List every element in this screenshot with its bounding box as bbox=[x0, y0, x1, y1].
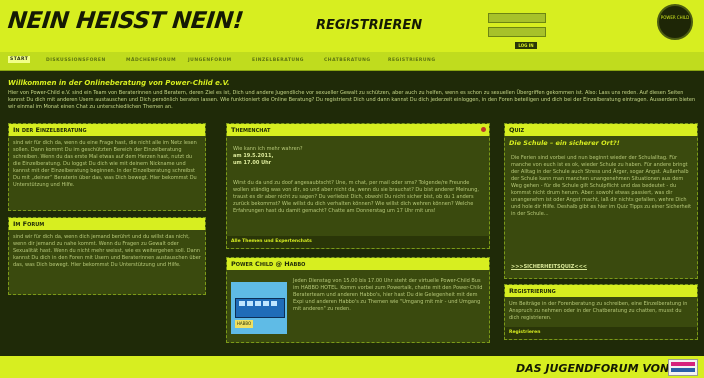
einzelberatung-title[interactable]: In der Einzelberatung bbox=[9, 124, 205, 136]
main-nav: START DISKUSSIONSFOREN MÄDCHENFORUM JUNG… bbox=[0, 52, 704, 71]
bus-window bbox=[271, 301, 277, 306]
registrierung-title[interactable]: Registrierung bbox=[505, 285, 697, 297]
registrierung-link[interactable]: Registrieren bbox=[505, 327, 697, 339]
footer-text: DAS JUGENDFORUM VON bbox=[516, 362, 670, 375]
themenchat-text: Wirst du da und zu doof angesaubtscht? U… bbox=[233, 180, 479, 214]
forum-text: sind wir für dich da, wenn dich jemand b… bbox=[13, 234, 201, 268]
registrierung-text: Um Beiträge in der Forenberatung zu schr… bbox=[509, 301, 688, 321]
welcome-title: Willkommen in der Onlineberatung von Pow… bbox=[8, 79, 230, 87]
nav-start[interactable]: START bbox=[8, 56, 31, 63]
einzelberatung-text: sind wir für dich da, wenn du eine Frage… bbox=[13, 140, 197, 188]
forum-title[interactable]: Im Forum bbox=[9, 218, 205, 230]
site-logo[interactable]: NEIN HEISST NEIN! bbox=[7, 8, 245, 34]
forum-box: Im Forum sind wir für dich da, wenn dich… bbox=[8, 217, 206, 295]
quiz-link[interactable]: >>>SICHERHEITSQUIZ<<< bbox=[511, 264, 693, 271]
bus-window bbox=[263, 301, 269, 306]
nav-maedchenforum[interactable]: MÄDCHENFORUM bbox=[126, 58, 176, 63]
bus-window bbox=[239, 301, 245, 306]
logo-stripe-blue bbox=[671, 368, 695, 372]
bus-label: HABBO bbox=[235, 320, 253, 328]
password-field[interactable] bbox=[488, 27, 546, 37]
footer-bar: DAS JUGENDFORUM VON bbox=[0, 356, 704, 378]
quiz-title[interactable]: Quiz bbox=[505, 124, 697, 136]
nav-jungenforum[interactable]: JUNGENFORUM bbox=[188, 58, 232, 63]
power-child-badge[interactable]: POWER CHILD bbox=[657, 4, 693, 40]
nav-diskussionsforen[interactable]: DISKUSSIONSFOREN bbox=[46, 58, 106, 63]
themenchat-intro: Wie kann ich mehr wahren? bbox=[233, 146, 303, 152]
welcome-text: Hier von Power-Child e.V. sind ein Team … bbox=[8, 90, 696, 110]
quiz-box: Quiz Die Schule – ein sicherer Ort?! Die… bbox=[504, 123, 698, 279]
einzelberatung-box: In der Einzelberatung sind wir für dich … bbox=[8, 123, 206, 211]
habbo-bus-image[interactable]: HABBO bbox=[231, 282, 287, 334]
registrierung-box: Registrierung Um Beiträge in der Forenbe… bbox=[504, 284, 698, 340]
quiz-subtitle[interactable]: Die Schule – ein sicherer Ort?! bbox=[509, 140, 693, 147]
register-link[interactable]: REGISTRIEREN bbox=[316, 18, 422, 33]
themenchat-title[interactable]: Themenchat bbox=[227, 124, 489, 136]
habbo-text: Jeden Dienstag von 15.00 bis 17.00 Uhr s… bbox=[293, 278, 483, 312]
habbo-title[interactable]: Power Child @ Habbo bbox=[227, 258, 489, 270]
partner-logo-icon[interactable] bbox=[668, 359, 698, 376]
logo-stripe-pink bbox=[671, 362, 695, 366]
themenchat-all-link[interactable]: Alle Themen und Expertenchats bbox=[227, 236, 489, 248]
bus-window bbox=[247, 301, 253, 306]
nav-chatberatung[interactable]: CHATBERATUNG bbox=[324, 58, 371, 63]
themenchat-box: Themenchat Wie kann ich mehr wahren? am … bbox=[226, 123, 490, 249]
themenchat-date: am 19.5.2011, bbox=[233, 153, 274, 159]
themenchat-time: um 17.00 Uhr bbox=[233, 160, 272, 166]
live-dot-icon bbox=[481, 127, 486, 132]
username-field[interactable] bbox=[488, 13, 546, 23]
nav-registrierung[interactable]: REGISTRIERUNG bbox=[388, 58, 436, 63]
quiz-text: Die Ferien sind vorbei und nun beginnt w… bbox=[511, 155, 692, 217]
bus-window bbox=[255, 301, 261, 306]
header-bar: NEIN HEISST NEIN! REGISTRIEREN LOG IN PO… bbox=[0, 0, 704, 52]
login-button[interactable]: LOG IN bbox=[515, 42, 537, 49]
nav-einzelberatung[interactable]: EINZELBERATUNG bbox=[252, 58, 304, 63]
